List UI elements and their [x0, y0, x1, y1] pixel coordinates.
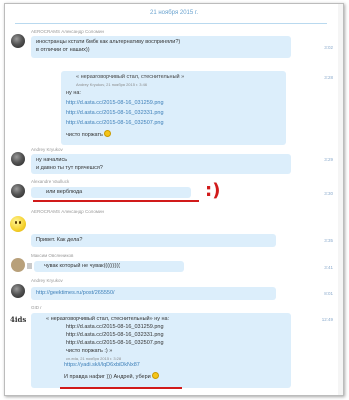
message-time: 3:35: [324, 238, 333, 243]
message-time: 12:49: [321, 317, 333, 322]
avatar[interactable]: [11, 152, 25, 166]
smiley-avatar-icon[interactable]: [10, 216, 26, 232]
message-author[interactable]: Alexandre Vaulluck: [31, 179, 69, 184]
message-author[interactable]: AEROCRAMS Александр Соломин: [31, 209, 104, 214]
message-bubble: или верблюда: [31, 187, 191, 198]
message-time: 3:41: [324, 265, 333, 270]
message-author[interactable]: Andrey Kryukov: [31, 147, 63, 152]
message-author[interactable]: Максим Овсянников: [31, 253, 73, 258]
message-author[interactable]: Andrey Kryukov: [31, 278, 63, 283]
quote-head: « неразговорчивый стал, стеснительный» н…: [46, 316, 170, 322]
message-line: в отличии от наших)): [36, 46, 90, 53]
avatar[interactable]: [11, 258, 25, 272]
message-link[interactable]: http://geektimes.ru/post/265550/: [36, 290, 271, 298]
message-link[interactable]: http://d.asta.cc/2015-08-16_032331.png: [66, 110, 281, 118]
message-line: ну начались: [36, 157, 68, 163]
message-bubble: « неразговорчивый стал, стеснительный» н…: [31, 313, 291, 388]
message-author[interactable]: AEROCRAMS Александр Соломин: [31, 29, 104, 34]
attachment-thumbnail-icon[interactable]: [27, 263, 32, 269]
message-bubble: « неразговорчивый стал, стеснительный » …: [61, 71, 286, 145]
red-smiley-annotation: :): [205, 180, 221, 201]
message-line: Привет. Как дела?: [36, 237, 83, 243]
message-line: И правда нафиг ))) Андрей, убери: [36, 371, 286, 382]
smile-emoji-icon: [104, 129, 112, 137]
message-time: 3:30: [324, 191, 333, 196]
quote-link: http://d.asta.cc/2015-08-16_032507.png: [66, 339, 164, 346]
message-link[interactable]: http://d.asta.cc/2015-08-16_031259.png: [66, 100, 281, 108]
message-line: чисто поржать: [66, 129, 281, 140]
message-link[interactable]: https://yadi.sk/i/lqD6xbiDkNx87: [36, 362, 286, 370]
message-line: ну на:: [66, 89, 81, 96]
message-author[interactable]: GID r: [31, 305, 42, 310]
message-time: 8:01: [324, 291, 333, 296]
message-time: 3:28: [324, 75, 333, 80]
message-time: 3:29: [324, 157, 333, 162]
message-link[interactable]: http://d.asta.cc/2015-08-16_032507.png: [66, 120, 281, 128]
message-line: чувак который не чувак(((((((((: [44, 263, 121, 269]
red-underline-annotation: [60, 387, 182, 389]
quote-meta: Andrey Kryukov, 21 ноября 2015 г. 3:46: [76, 81, 148, 87]
message-bubble: иностранцы кстати 6мбк как альтернативу …: [31, 36, 291, 58]
date-divider: [15, 21, 327, 24]
avatar[interactable]: [11, 184, 25, 198]
quote-link: http://d.asta.cc/2015-08-16_031259.png: [66, 323, 164, 330]
smile-emoji-icon: [152, 371, 160, 379]
message-line: иностранцы кстати 6мбк как альтернативу …: [36, 39, 181, 45]
chat-window: 21 ноября 2015 г. AEROCRAMS Александр Со…: [4, 3, 344, 396]
avatar[interactable]: [11, 34, 25, 48]
avatar[interactable]: 4ids: [10, 315, 26, 325]
quote-link: http://d.asta.cc/2015-08-16_032331.png: [66, 331, 164, 338]
red-underline-annotation: [33, 200, 199, 202]
message-bubble: http://geektimes.ru/post/265550/: [31, 287, 276, 300]
message-line: и давно ты тут прячешся?: [36, 164, 103, 171]
quote-head: « неразговорчивый стал, стеснительный »: [76, 74, 185, 80]
quote-line: чисто поржать :) »: [66, 347, 113, 354]
avatar[interactable]: [11, 284, 25, 298]
message-bubble: Привет. Как дела?: [31, 234, 276, 247]
message-bubble: ну начались и давно ты тут прячешся?: [31, 154, 291, 174]
message-time: 3:02: [324, 45, 333, 50]
message-line: или верблюда: [46, 189, 83, 195]
message-bubble: чувак который не чувак(((((((((: [34, 261, 184, 272]
scrollbar[interactable]: [338, 4, 343, 395]
